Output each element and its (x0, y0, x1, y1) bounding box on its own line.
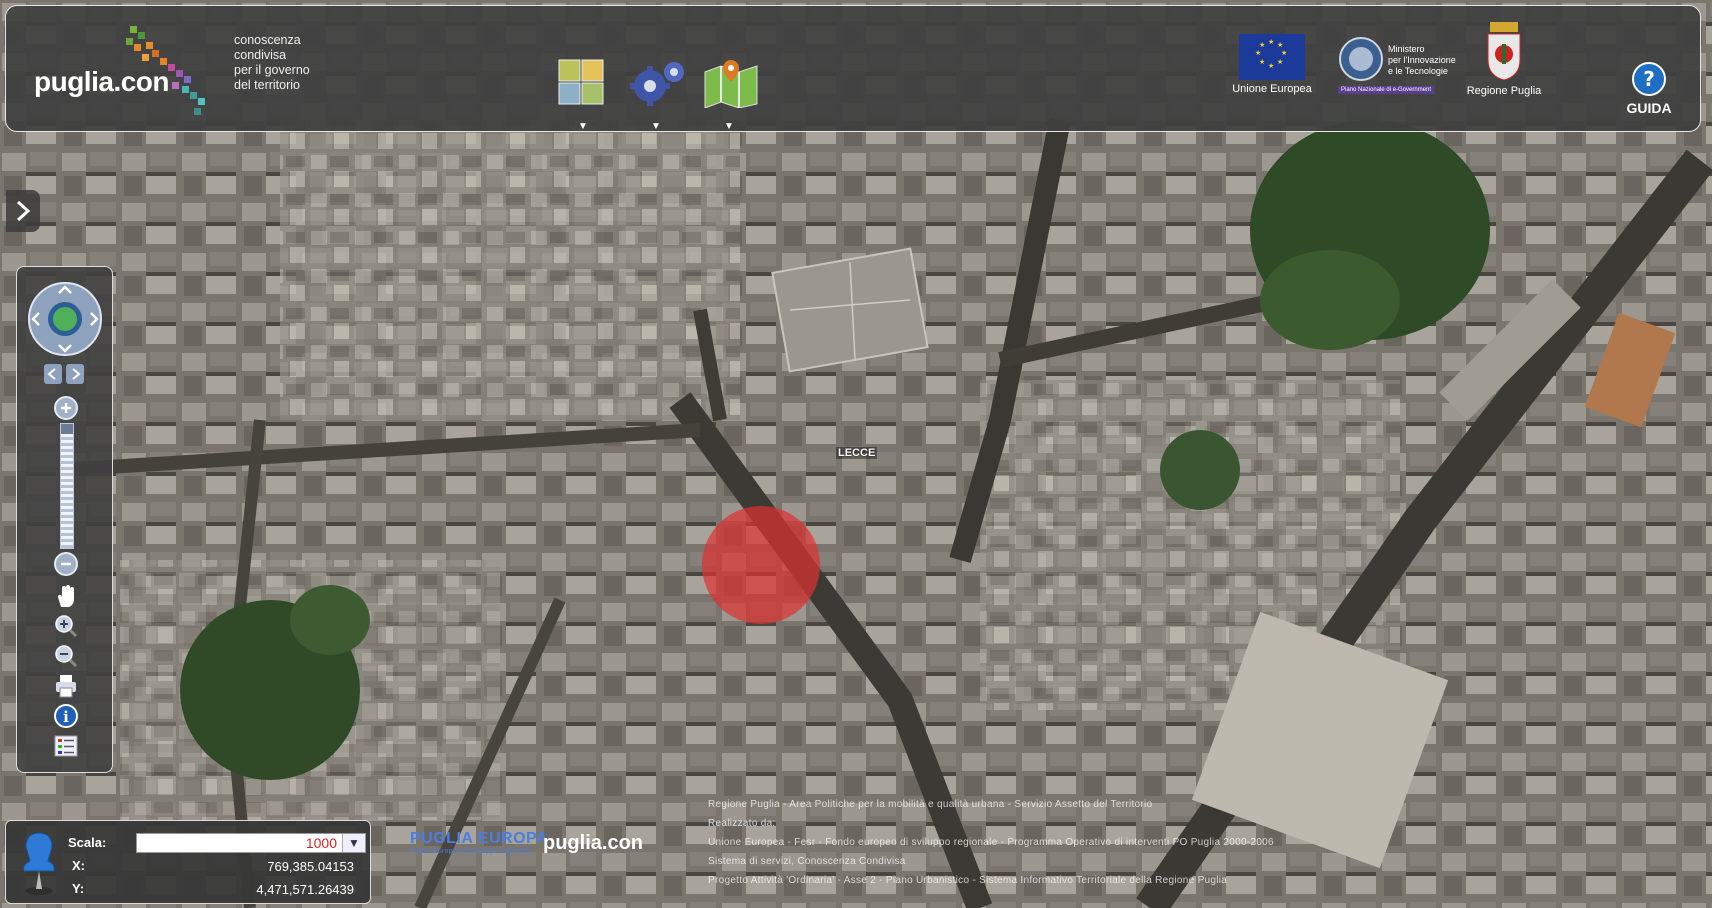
magnifier-minus-icon (55, 645, 78, 668)
coordinates-panel: Scala: 1000 ▼ X: 769,385.04153 Y: 4,471,… (5, 820, 371, 904)
zoom-box-out-button[interactable] (53, 643, 79, 669)
place-label: LECCE (836, 447, 878, 459)
puglia-europa-logo: PUGLIA EUROPA Fondo Europeo di sviluppo … (410, 830, 549, 855)
eu-label: Unione Europea (1232, 83, 1312, 95)
svg-text:?: ? (1643, 67, 1655, 91)
info-icon: i (54, 704, 78, 728)
x-coord-label: X: (72, 858, 85, 873)
pushpin-icon[interactable] (16, 831, 62, 897)
sidebar-toggle-button[interactable] (6, 190, 40, 232)
svg-text:★: ★ (1259, 58, 1265, 66)
y-coord-label: Y: (72, 881, 85, 896)
pan-compass-icon (28, 282, 102, 356)
ministero-subtitle: Piano Nazionale di e-Government (1338, 86, 1435, 94)
zoom-out-button[interactable] (53, 551, 79, 577)
ministero-seal-icon (1339, 37, 1383, 81)
svg-text:★: ★ (1255, 49, 1261, 57)
help-button[interactable]: ? GUIDA (1614, 61, 1684, 116)
dropdown-arrow-icon: ▼ (651, 121, 661, 132)
prev-next-arrows-icon (44, 364, 84, 384)
scale-label: Scala: (68, 835, 107, 850)
scale-select[interactable]: 1000 ▼ (136, 833, 366, 853)
print-button[interactable] (53, 673, 79, 699)
scale-value: 1000 (305, 835, 337, 851)
ministero-name: Ministero per l'Innovazione e le Tecnolo… (1388, 44, 1456, 76)
pan-control[interactable] (27, 281, 103, 357)
satellite-map[interactable]: LECCE (0, 0, 1712, 908)
zoom-slider-track (61, 433, 73, 548)
printer-icon (56, 675, 76, 698)
svg-text:★: ★ (1277, 41, 1283, 49)
help-icon: ? (1632, 62, 1666, 96)
y-coord-value: 4,471,571.26439 (256, 882, 354, 897)
map-tool-button[interactable]: ▼ (703, 58, 758, 132)
svg-text:★: ★ (1259, 41, 1265, 49)
magnifier-plus-icon (55, 615, 78, 638)
brand-name: puglia.con (34, 66, 170, 97)
chevron-down-icon[interactable]: ▼ (342, 834, 365, 852)
layers-tool-button[interactable]: ▼ (557, 58, 611, 132)
eu-logo[interactable]: ★ ★ ★ ★ ★ ★ ★ ★ Unione Europea (1228, 34, 1316, 95)
dropdown-arrow-icon: ▼ (578, 121, 588, 132)
zoom-in-button[interactable] (53, 395, 79, 421)
info-button[interactable]: i (53, 703, 79, 729)
map-controls-panel: i (16, 266, 113, 773)
plus-icon (54, 396, 78, 420)
pan-hand-button[interactable] (53, 583, 79, 609)
regione-crest-icon (1487, 22, 1521, 81)
zoom-box-in-button[interactable] (53, 613, 79, 639)
gears-icon (630, 62, 684, 106)
brand-tagline: conoscenza condivisa per il governo del … (234, 33, 310, 92)
help-label: GUIDA (1626, 100, 1672, 116)
tools-button[interactable]: ▼ (630, 58, 684, 132)
legend-button[interactable] (53, 733, 79, 759)
legend-list-icon (54, 735, 78, 757)
history-nav[interactable] (43, 363, 85, 385)
map-credits: Regione Puglia - Area Politiche per la m… (708, 799, 1274, 886)
svg-text:★: ★ (1281, 49, 1287, 57)
hand-icon (58, 585, 74, 607)
layers-grid-icon (558, 59, 604, 105)
eu-flag-icon: ★ ★★★★★★★ (1239, 34, 1305, 80)
dropdown-arrow-icon: ▼ (724, 121, 734, 132)
zoom-slider[interactable] (60, 423, 74, 549)
svg-text:★: ★ (1277, 58, 1283, 66)
header-bar: puglia.con conoscenza condivisa per il g… (5, 5, 1701, 132)
svg-text:★: ★ (1268, 62, 1274, 70)
chevron-right-icon (16, 200, 31, 222)
svg-text:★: ★ (1268, 38, 1274, 46)
minus-icon (54, 552, 78, 576)
puglia-con-bottom-logo: puglia.con (543, 832, 643, 854)
x-coord-value: 769,385.04153 (267, 859, 354, 874)
svg-text:i: i (63, 708, 69, 726)
regione-label: Regione Puglia (1466, 85, 1542, 97)
regione-logo[interactable]: Regione Puglia (1462, 20, 1546, 97)
map-marker-icon (704, 60, 758, 109)
